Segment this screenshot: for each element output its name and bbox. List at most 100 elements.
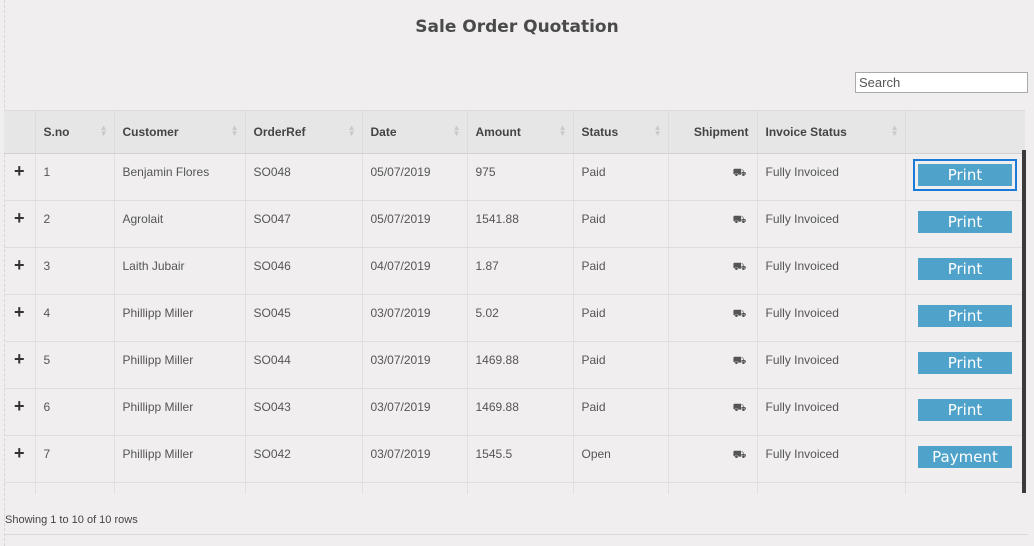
payment-button[interactable]: Payment (918, 445, 1012, 468)
header-shipment-label: Shipment (693, 124, 749, 139)
header-status-label: Status (581, 124, 619, 139)
sort-icon: ▲ ▼ (99, 123, 108, 138)
print-button[interactable]: Print (918, 304, 1012, 327)
cell-action: Print (905, 247, 1025, 295)
header-expand (4, 111, 36, 154)
header-sno-label: S.no (43, 124, 70, 139)
header-orderref-label: OrderRef (253, 124, 306, 139)
cell-invoice-status: Fully Invoiced (757, 200, 906, 248)
print-button[interactable]: Print (918, 257, 1012, 280)
cell-amount: 1.87 (467, 247, 574, 295)
header-customer-label: Customer (122, 124, 179, 139)
sort-icon: ▲ ▼ (653, 123, 662, 138)
expand-row-icon[interactable]: + (4, 153, 36, 201)
cell-orderref: SO048 (245, 153, 363, 201)
truck-icon[interactable]: ⛟ (733, 402, 747, 416)
header-date[interactable]: Date ▲ ▼ (362, 111, 468, 154)
cell-invoice-status: Fully Invoiced (757, 388, 906, 436)
cell-customer: Phillipp Miller (114, 341, 246, 389)
truck-icon[interactable]: ⛟ (733, 449, 747, 463)
cell-shipment: ⛟ (668, 200, 758, 248)
truck-icon[interactable]: ⛟ (733, 355, 747, 369)
cell-customer: Phillipp Miller (114, 435, 246, 483)
expand-row-icon[interactable]: + (4, 341, 36, 389)
orders-table-container[interactable]: S.no ▲ ▼ Customer ▲ ▼ OrderRef ▲ ▼ Date ▲ ▼ Amou… (4, 110, 1025, 494)
cell-date: 03/07/2019 (362, 341, 468, 389)
cell-status: Open (573, 435, 669, 483)
cell-invoice-status: Fully Invoiced (757, 294, 906, 342)
header-invoice-status-label: Invoice Status (765, 124, 847, 139)
cell-customer: Agrolait (114, 200, 246, 248)
cell-sno: 1 (35, 153, 115, 201)
cell-action: Print (905, 388, 1025, 436)
cell-date: 04/07/2019 (362, 247, 468, 295)
cell-customer: Laith Jubair (114, 247, 246, 295)
cell-shipment: ⛟ (668, 294, 758, 342)
cell-status: Paid (573, 341, 669, 389)
cell-empty (362, 482, 468, 494)
sort-icon: ▲ ▼ (558, 123, 567, 138)
expand-row-icon[interactable]: + (4, 200, 36, 248)
cell-date: 05/07/2019 (362, 200, 468, 248)
expand-row-icon[interactable]: + (4, 294, 36, 342)
header-status[interactable]: Status ▲ ▼ (573, 111, 669, 154)
print-button[interactable]: Print (918, 398, 1012, 421)
cell-invoice-status: Fully Invoiced (757, 341, 906, 389)
cell-empty (114, 482, 246, 494)
cell-invoice-status: Fully Invoiced (757, 153, 906, 201)
pagination-info: Showing 1 to 10 of 10 rows (5, 514, 138, 526)
cell-customer: Benjamin Flores (114, 153, 246, 201)
cell-shipment: ⛟ (668, 247, 758, 295)
cell-orderref: SO046 (245, 247, 363, 295)
header-amount[interactable]: Amount ▲ ▼ (467, 111, 574, 154)
expand-row-icon[interactable]: + (4, 247, 36, 295)
cell-status: Paid (573, 200, 669, 248)
cell-orderref: SO047 (245, 200, 363, 248)
cell-sno: 6 (35, 388, 115, 436)
header-orderref[interactable]: OrderRef ▲ ▼ (245, 111, 363, 154)
cell-invoice-status: Fully Invoiced (757, 247, 906, 295)
cell-sno: 2 (35, 200, 115, 248)
search-input[interactable] (855, 72, 1028, 93)
cell-empty (757, 482, 906, 494)
header-sno[interactable]: S.no ▲ ▼ (35, 111, 115, 154)
cell-action: Print (905, 200, 1025, 248)
cell-orderref: SO043 (245, 388, 363, 436)
cell-shipment: ⛟ (668, 341, 758, 389)
cell-empty (35, 482, 115, 494)
cell-status: Paid (573, 388, 669, 436)
table-row: +3 Laith Jubair SO046 04/07/2019 1.87 Paid ⛟ Fu… (4, 247, 1025, 295)
orders-table: S.no ▲ ▼ Customer ▲ ▼ OrderRef ▲ ▼ Date ▲ ▼ Amou… (4, 111, 1025, 494)
truck-icon[interactable]: ⛟ (733, 308, 747, 322)
cell-amount: 1545.5 (467, 435, 574, 483)
table-scrollbar[interactable] (1022, 150, 1026, 493)
cell-sno: 5 (35, 341, 115, 389)
cell-invoice-status: Fully Invoiced (757, 435, 906, 483)
header-invoice-status[interactable]: Invoice Status ▲ ▼ (757, 111, 906, 154)
print-button[interactable]: Print (918, 351, 1012, 374)
page-title: Sale Order Quotation (415, 17, 619, 37)
cell-sno: 4 (35, 294, 115, 342)
table-row: +5 Phillipp Miller SO044 03/07/2019 1469.88 P… (4, 341, 1025, 389)
expand-row-icon[interactable]: + (4, 388, 36, 436)
truck-icon[interactable]: ⛟ (733, 167, 747, 181)
truck-icon[interactable]: ⛟ (733, 214, 747, 228)
cell-date: 03/07/2019 (362, 388, 468, 436)
table-row: +6 Phillipp Miller SO043 03/07/2019 1469.88 P… (4, 388, 1025, 436)
sort-icon: ▲ ▼ (890, 123, 899, 138)
print-button[interactable]: Print (918, 210, 1012, 233)
cell-customer: Phillipp Miller (114, 294, 246, 342)
expand-row-icon[interactable]: + (4, 435, 36, 483)
cell-amount: 1541.88 (467, 200, 574, 248)
header-customer[interactable]: Customer ▲ ▼ (114, 111, 246, 154)
print-button[interactable]: Print (913, 158, 1017, 191)
cell-action: Print (905, 294, 1025, 342)
table-header-row: S.no ▲ ▼ Customer ▲ ▼ OrderRef ▲ ▼ Date ▲ ▼ Amou… (4, 111, 1025, 154)
cell-amount: 1469.88 (467, 388, 574, 436)
cell-customer: Phillipp Miller (114, 388, 246, 436)
sort-icon: ▲ ▼ (230, 123, 239, 138)
truck-icon[interactable]: ⛟ (733, 261, 747, 275)
cell-shipment: ⛟ (668, 153, 758, 201)
table-row: +4 Phillipp Miller SO045 03/07/2019 5.02 Paid… (4, 294, 1025, 342)
header-amount-label: Amount (475, 124, 521, 139)
